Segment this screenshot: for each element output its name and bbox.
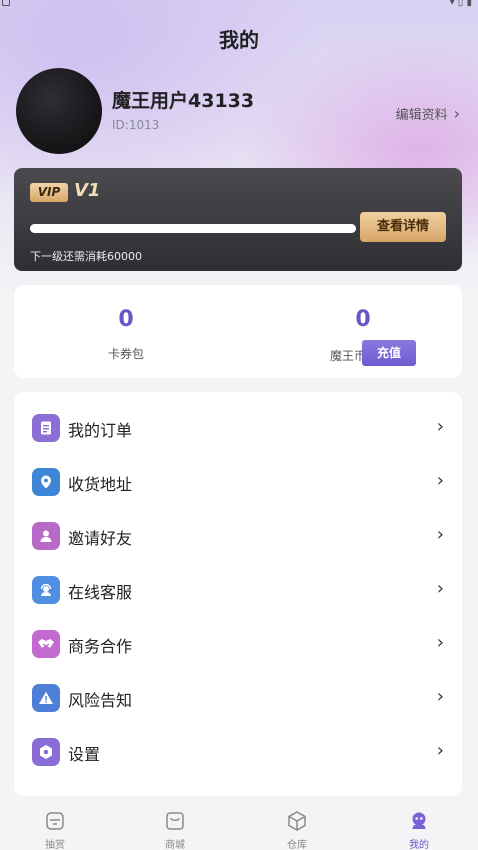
avatar[interactable] <box>16 68 102 154</box>
menu-item-business[interactable]: 商务合作 › <box>14 618 462 670</box>
location-icon <box>32 468 60 496</box>
shop-icon <box>166 812 184 830</box>
status-bar: ▾ ▯ ▮ <box>0 0 478 10</box>
chevron-right-icon: › <box>436 470 444 491</box>
warehouse-icon <box>288 811 306 831</box>
warning-icon <box>32 684 60 712</box>
chevron-right-icon: › <box>436 578 444 599</box>
bottom-nav: 抽赏 商城 仓库 我的 <box>0 806 478 850</box>
vip-level: V1 <box>74 180 101 201</box>
page-title: 我的 <box>219 28 259 52</box>
order-icon <box>32 414 60 442</box>
menu-item-orders[interactable]: 我的订单 › <box>14 402 462 454</box>
menu-list: 我的订单 › 收货地址 › 邀请好友 › 在线客服 › 商务合作 › 风险告知 <box>14 392 462 796</box>
status-icons: ▾ ▯ ▮ <box>449 0 472 8</box>
nav-shop[interactable]: 商城 <box>145 810 205 850</box>
coupon-wallet[interactable]: 0 卡券包 <box>14 285 238 378</box>
vip-card: VIP V1 查看详情 下一级还需消耗60000 <box>14 168 462 271</box>
menu-item-label: 设置 <box>68 745 101 764</box>
coin-label: 魔王币 <box>330 349 367 363</box>
status-sim-icon <box>2 0 10 6</box>
recharge-button[interactable]: 充值 <box>362 340 416 366</box>
edit-profile-label: 编辑资料 <box>395 108 448 123</box>
invite-friend-icon <box>32 522 60 550</box>
user-name: 魔王用户43133 <box>112 90 255 112</box>
edit-profile-button[interactable]: 编辑资料 › <box>396 104 460 123</box>
vip-detail-button[interactable]: 查看详情 <box>360 212 446 242</box>
nav-warehouse-label: 仓库 <box>287 840 307 850</box>
menu-item-label: 邀请好友 <box>68 529 133 548</box>
vip-progress-fill <box>30 224 356 233</box>
handshake-icon <box>32 630 60 658</box>
menu-item-customer-service[interactable]: 在线客服 › <box>14 564 462 616</box>
menu-item-label: 收货地址 <box>68 475 133 494</box>
draw-icon <box>46 812 64 830</box>
menu-item-risk-notice[interactable]: 风险告知 › <box>14 672 462 724</box>
chevron-right-icon: › <box>436 524 444 545</box>
menu-item-settings[interactable]: 设置 › <box>14 726 462 778</box>
chevron-right-icon: › <box>436 686 444 707</box>
menu-item-invite[interactable]: 邀请好友 › <box>14 510 462 562</box>
menu-item-label: 我的订单 <box>68 421 133 440</box>
profile-icon <box>412 812 426 829</box>
settings-icon <box>32 738 60 766</box>
chevron-right-icon: › <box>453 104 460 123</box>
chevron-right-icon: › <box>436 740 444 761</box>
vip-progress-bar <box>30 224 356 233</box>
menu-item-address[interactable]: 收货地址 › <box>14 456 462 508</box>
vip-badge: VIP <box>30 183 68 202</box>
user-id: ID:1013 <box>112 118 160 132</box>
nav-profile[interactable]: 我的 <box>389 810 449 850</box>
coupon-label: 卡券包 <box>107 347 144 361</box>
nav-profile-label: 我的 <box>409 840 429 850</box>
coupon-count: 0 <box>118 307 134 332</box>
coin-count: 0 <box>355 307 371 332</box>
menu-item-label: 风险告知 <box>68 691 133 710</box>
chevron-right-icon: › <box>436 632 444 653</box>
nav-draw-label: 抽赏 <box>45 840 65 850</box>
customer-service-icon <box>32 576 60 604</box>
menu-item-label: 商务合作 <box>68 637 133 656</box>
nav-shop-label: 商城 <box>165 840 185 850</box>
coin-balance[interactable]: 0 <box>238 285 462 378</box>
menu-item-label: 在线客服 <box>68 583 133 602</box>
nav-draw[interactable]: 抽赏 <box>25 810 85 850</box>
nav-warehouse[interactable]: 仓库 <box>267 810 327 850</box>
chevron-right-icon: › <box>436 416 444 437</box>
vip-next-level-note: 下一级还需消耗60000 <box>30 250 142 263</box>
